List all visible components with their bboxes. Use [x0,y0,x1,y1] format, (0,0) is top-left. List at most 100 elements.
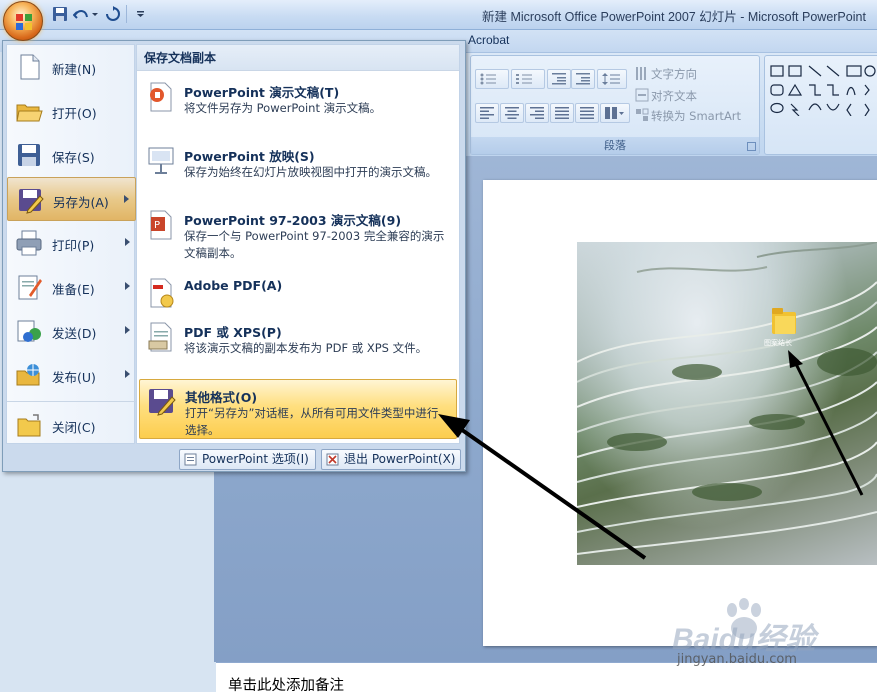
submenu-item-title: PowerPoint 97-2003 演示文稿(9) [184,213,402,228]
undo-dropdown-icon[interactable] [91,6,99,22]
menu-item-close[interactable]: 关闭(C) [7,403,136,447]
exit-icon [326,453,339,466]
submenu-item-title: PDF 或 XPS(P) [184,325,282,340]
paragraph-group: 文字方向 对齐文本 转换为 SmartArt 段落 [470,55,760,155]
justify-icon [555,107,569,119]
submenu-item-title: PowerPoint 演示文稿(T) [184,85,340,100]
bullets-icon [480,73,496,85]
align-right-icon [530,107,544,119]
powerpoint-options-button[interactable]: PowerPoint 选项(I) [179,449,316,470]
customize-qat-icon[interactable] [136,6,146,22]
justify-button[interactable] [550,103,574,123]
svg-text:P: P [154,220,160,231]
redo-icon[interactable] [105,6,121,22]
menu-item-save-as[interactable]: 另存为(A) [7,177,136,221]
menu-item-send[interactable]: 发送(D) [7,309,136,353]
publish-icon [16,364,40,386]
submenu-item-title: PowerPoint 放映(S) [184,149,315,164]
tab-acrobat[interactable]: Acrobat [468,33,509,47]
columns-icon [605,107,624,119]
title-bar: 新建 Microsoft Office PowerPoint 2007 幻灯片 … [0,0,877,30]
menu-item-prepare[interactable]: 准备(E) [7,265,136,309]
bullets-button[interactable] [475,69,509,89]
submenu-arrow-icon [125,370,130,378]
save-as-pptx[interactable]: PowerPoint 演示文稿(T) 将文件另存为 PowerPoint 演示文… [139,75,457,131]
save-as-ppt[interactable]: P PowerPoint 97-2003 演示文稿(9) 保存一个与 Power… [139,203,457,263]
notes-placeholder: 单击此处添加备注 [228,678,344,692]
close-folder-icon [17,414,41,437]
office-menu-footer: PowerPoint 选项(I) 退出 PowerPoint(X) [3,447,465,471]
prepare-icon [18,275,42,300]
exit-label: 退出 PowerPoint(X) [344,452,456,466]
paragraph-dialog-launcher[interactable] [747,142,756,151]
menu-item-label: 保存(S) [52,150,95,165]
pdf-xps-icon [148,322,172,352]
office-button[interactable] [3,1,43,41]
undo-icon[interactable] [73,6,89,22]
drawing-shapes-group [764,55,877,155]
align-text-button[interactable]: 对齐文本 [651,88,697,104]
decrease-indent-button[interactable] [547,69,571,89]
convert-smartart-button[interactable]: 转换为 SmartArt [651,108,741,124]
menu-item-print[interactable]: 打印(P) [7,221,136,265]
menu-item-open[interactable]: 打开(O) [7,89,136,133]
distributed-button[interactable] [575,103,599,123]
submenu-item-desc: 将该演示文稿的副本发布为 PDF 或 XPS 文件。 [184,341,428,355]
save-as-submenu: 保存文档副本 PowerPoint 演示文稿(T) 将文件另存为 PowerPo… [136,44,460,444]
save-as-other-formats[interactable]: 其他格式(O) 打开“另存为”对话框，从所有可用文件类型中进行选择。 [139,379,457,439]
terrace-photo[interactable]: 图案结长 [577,242,877,565]
save-as-pdf-xps[interactable]: PDF 或 XPS(P) 将该演示文稿的副本发布为 PDF 或 XPS 文件。 [139,315,457,375]
ribbon: 文字方向 对齐文本 转换为 SmartArt 段落 [466,52,877,156]
window-title: 新建 Microsoft Office PowerPoint 2007 幻灯片 … [482,10,866,24]
menu-item-label: 发布(U) [52,370,96,385]
submenu-item-desc: 将文件另存为 PowerPoint 演示文稿。 [184,101,382,115]
menu-separator [7,401,136,402]
folder-icon [772,308,796,334]
save-icon[interactable] [52,6,68,22]
numbering-button[interactable] [511,69,545,89]
other-formats-icon [149,389,176,416]
columns-button[interactable] [600,103,630,123]
align-text-icon [635,88,649,102]
menu-item-new[interactable]: 新建(N) [7,45,136,89]
submenu-item-title: 其他格式(O) [185,390,258,405]
text-direction-icon [636,67,646,80]
qat-separator [126,5,127,23]
decrease-indent-icon [552,73,566,85]
save-as-icon [19,189,44,214]
line-spacing-button[interactable] [597,69,627,89]
menu-item-publish[interactable]: 发布(U) [7,353,136,397]
save-as-ppsx[interactable]: PowerPoint 放映(S) 保存为始终在幻灯片放映视图中打开的演示文稿。 [139,139,457,199]
menu-item-save[interactable]: 保存(S) [7,133,136,177]
submenu-arrow-icon [125,326,130,334]
exit-powerpoint-button[interactable]: 退出 PowerPoint(X) [321,449,461,470]
adobe-pdf-icon [150,278,174,308]
submenu-item-title: Adobe PDF(A) [184,278,283,293]
save-as-adobe-pdf[interactable]: Adobe PDF(A) [139,271,457,311]
submenu-item-desc: 打开“另存为”对话框，从所有可用文件类型中进行选择。 [185,406,439,437]
text-direction-button[interactable]: 文字方向 [651,66,697,82]
watermark-url: jingyan.baidu.com [677,652,797,667]
increase-indent-button[interactable] [571,69,595,89]
send-icon [17,320,41,342]
distributed-icon [580,107,594,119]
align-center-button[interactable] [500,103,524,123]
options-icon [184,453,197,466]
menu-item-label: 打开(O) [52,106,97,121]
menu-item-label: 关闭(C) [52,420,96,435]
menu-item-label: 打印(P) [52,238,95,253]
terrace-photo-image [577,242,877,555]
pptx-icon [150,82,172,112]
submenu-item-desc: 保存一个与 PowerPoint 97-2003 完全兼容的演示文稿副本。 [184,229,445,260]
submenu-arrow-icon [125,282,130,290]
open-folder-icon [16,104,43,122]
submenu-arrow-icon [125,238,130,246]
submenu-arrow-icon [124,195,129,203]
line-spacing-icon [602,73,620,85]
shapes-gallery-icon[interactable] [769,64,877,116]
paragraph-group-label: 段落 [471,137,759,154]
align-left-button[interactable] [475,103,499,123]
align-right-button[interactable] [525,103,549,123]
office-logo-icon [16,14,32,30]
menu-item-label: 准备(E) [52,282,95,297]
